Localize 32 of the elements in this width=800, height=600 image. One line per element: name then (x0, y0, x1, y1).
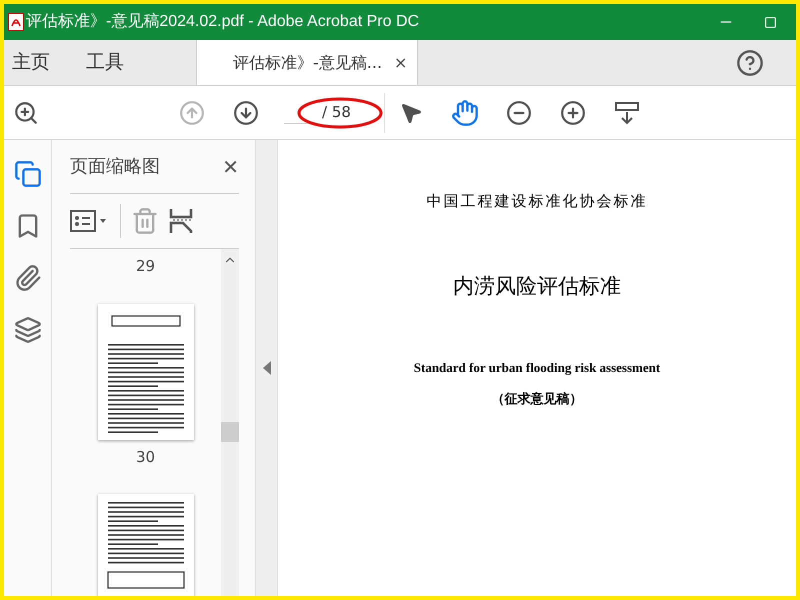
document-english: Standard for urban flooding risk assessment (414, 359, 660, 377)
window-title: 评估标准》-意见稿2024.02.pdf - Adobe Acrobat Pro DC (26, 12, 420, 32)
scrollbar[interactable] (221, 249, 239, 596)
zoom-in-icon[interactable] (560, 100, 586, 126)
paperclip-icon[interactable] (14, 264, 42, 292)
page-number: 30 (136, 446, 156, 468)
document-org: 中国工程建设标准化协会标准 (426, 191, 648, 212)
panel-close-button[interactable]: ✕ (222, 152, 239, 182)
panel-title: 页面缩略图 (70, 155, 160, 179)
hand-icon[interactable] (451, 98, 479, 126)
tab-label: 评估标准》-意见稿... (233, 52, 382, 74)
document-subtitle: （征求意见稿） (492, 390, 582, 408)
maximize-icon[interactable] (764, 16, 776, 28)
pages-icon[interactable] (14, 160, 42, 188)
tab-close-button[interactable]: × (394, 50, 408, 74)
document-tab[interactable]: 评估标准》-意见稿... × (196, 40, 418, 85)
page-thumbnail[interactable] (98, 304, 194, 440)
help-icon[interactable] (736, 48, 764, 76)
page-thumbnail[interactable] (98, 494, 194, 596)
nav-tab[interactable]: 主页 (4, 40, 58, 85)
nav-tab[interactable]: 工具 (78, 40, 132, 85)
search-icon[interactable] (13, 100, 39, 126)
zoom-out-icon[interactable] (506, 100, 532, 126)
layers-icon[interactable] (14, 316, 42, 344)
scrollbar-thumb[interactable] (221, 422, 239, 442)
pdf-file-icon (8, 13, 24, 31)
page-count: / 58 (322, 102, 351, 124)
collapse-triangle-icon[interactable] (262, 361, 270, 375)
page-number: 29 (136, 256, 156, 277)
extract-page-icon[interactable] (169, 207, 193, 235)
document-title: 内涝风险评估标准 (453, 272, 621, 300)
page-display-icon[interactable] (614, 100, 640, 126)
